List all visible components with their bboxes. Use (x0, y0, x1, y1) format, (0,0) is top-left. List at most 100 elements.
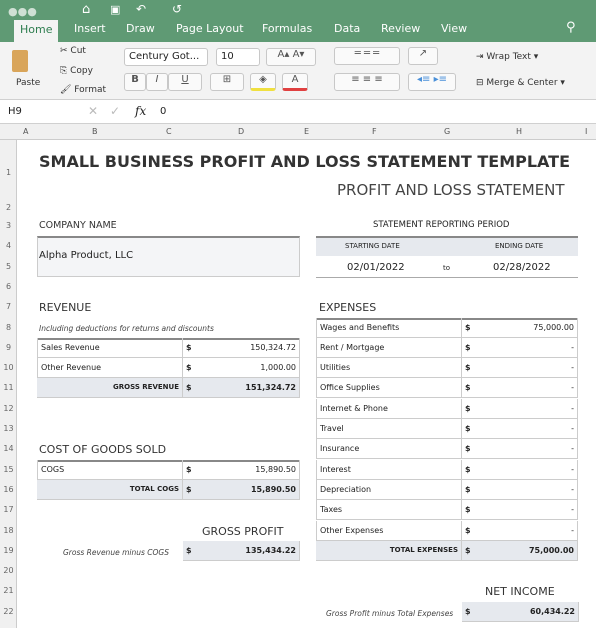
row-header-10[interactable]: 10 (0, 363, 17, 372)
row-header-5[interactable]: 5 (0, 262, 17, 271)
expense-value[interactable]: - (492, 520, 578, 541)
copy-button[interactable]: ⎘ Copy (60, 66, 93, 76)
column-header-c[interactable]: C (166, 127, 172, 136)
expense-label: Depreciation (316, 479, 462, 500)
pin-icon[interactable]: ⚲ (566, 20, 576, 35)
paste-button[interactable]: Paste (16, 78, 40, 88)
column-header-b[interactable]: B (92, 127, 98, 136)
window-controls[interactable]: ●●● (8, 5, 37, 18)
ending-date-value[interactable]: 02/28/2022 (493, 262, 551, 273)
expense-total-label: TOTAL EXPENSES (316, 540, 462, 561)
row-header-6[interactable]: 6 (0, 282, 17, 291)
expense-value[interactable]: - (492, 419, 578, 439)
tab-page-layout[interactable]: Page Layout (176, 22, 244, 35)
merge-center-button[interactable]: ⊟ Merge & Center ▾ (476, 78, 565, 88)
cancel-icon[interactable]: ✕ (88, 104, 98, 118)
worksheet[interactable]: SMALL BUSINESS PROFIT AND LOSS STATEMENT… (17, 140, 596, 628)
expense-value[interactable]: - (492, 500, 578, 521)
formula-input[interactable]: 0 (160, 106, 166, 117)
expense-value[interactable]: - (492, 439, 578, 460)
column-header-a[interactable]: A (23, 127, 28, 136)
row-header-13[interactable]: 13 (0, 424, 17, 433)
save-icon[interactable]: ▣ (110, 3, 120, 16)
row-header-7[interactable]: 7 (0, 302, 17, 311)
row-header-2[interactable]: 2 (0, 203, 17, 212)
underline-button[interactable]: U (168, 73, 202, 91)
bold-button[interactable]: B (124, 73, 146, 91)
horizontal-align-buttons[interactable]: ≡ ≡ ≡ (334, 73, 400, 91)
expense-value[interactable]: - (492, 358, 578, 379)
redo-icon[interactable]: ↺ (172, 2, 182, 16)
undo-icon[interactable]: ↶ (136, 2, 146, 16)
cogs-title: COST OF GOODS SOLD (39, 443, 167, 457)
column-header-h[interactable]: H (516, 127, 522, 136)
paste-icon[interactable] (12, 50, 28, 72)
borders-button[interactable]: ⊞ (210, 73, 244, 91)
expense-currency: $ (462, 358, 492, 379)
cut-button[interactable]: ✂ Cut (60, 46, 86, 56)
font-size-grow-shrink[interactable]: A▴ A▾ (266, 48, 316, 66)
italic-button[interactable]: I (146, 73, 168, 91)
revenue-value[interactable]: 1,000.00 (213, 358, 300, 379)
tab-home[interactable]: Home (14, 20, 59, 42)
expense-total-value[interactable]: 75,000.00 (492, 540, 578, 561)
row-header-16[interactable]: 16 (0, 485, 17, 494)
fill-color-button[interactable]: ◈ (250, 73, 276, 91)
expense-value[interactable]: - (492, 378, 578, 399)
tab-review[interactable]: Review (381, 22, 420, 35)
ribbon: Paste ✂ Cut ⎘ Copy 🖌 Format Century Got.… (0, 42, 596, 100)
font-color-button[interactable]: A (282, 73, 308, 91)
gross-profit-value[interactable]: 135,434.22 (213, 540, 300, 561)
revenue-value[interactable]: 150,324.72 (213, 337, 300, 358)
column-header-i[interactable]: I (585, 127, 587, 136)
row-header-12[interactable]: 12 (0, 404, 17, 413)
starting-date-value[interactable]: 02/01/2022 (347, 262, 405, 273)
row-header-19[interactable]: 19 (0, 546, 17, 555)
tab-insert[interactable]: Insert (74, 22, 106, 35)
row-header-1[interactable]: 1 (0, 168, 17, 177)
row-header-4[interactable]: 4 (0, 241, 17, 250)
expense-value[interactable]: 75,000.00 (492, 317, 578, 338)
expense-value[interactable]: - (492, 398, 578, 419)
row-header-22[interactable]: 22 (0, 607, 17, 616)
wrap-text-button[interactable]: ⇥ Wrap Text ▾ (476, 52, 538, 62)
row-header-17[interactable]: 17 (0, 505, 17, 514)
function-icon[interactable]: fx (135, 104, 146, 118)
tab-formulas[interactable]: Formulas (262, 22, 312, 35)
expense-label: Taxes (316, 500, 462, 521)
format-painter-button[interactable]: 🖌 Format (60, 85, 106, 95)
expense-value[interactable]: - (492, 337, 578, 358)
row-header-11[interactable]: 11 (0, 383, 17, 392)
expense-value[interactable]: - (492, 459, 578, 480)
tab-data[interactable]: Data (334, 22, 360, 35)
row-header-9[interactable]: 9 (0, 343, 17, 352)
home-icon[interactable]: ⌂ (82, 2, 90, 17)
column-header-d[interactable]: D (238, 127, 244, 136)
cogs-total-value[interactable]: 15,890.50 (213, 479, 300, 500)
expense-label: Office Supplies (316, 378, 462, 399)
expense-label: Interest (316, 459, 462, 480)
net-income-value[interactable]: 60,434.22 (492, 601, 579, 622)
confirm-icon[interactable]: ✓ (110, 104, 120, 118)
cogs-value[interactable]: 15,890.50 (213, 459, 300, 480)
row-header-21[interactable]: 21 (0, 586, 17, 595)
column-header-f[interactable]: F (372, 127, 377, 136)
column-header-e[interactable]: E (304, 127, 309, 136)
column-header-g[interactable]: G (444, 127, 450, 136)
row-header-18[interactable]: 18 (0, 526, 17, 535)
vertical-align-buttons[interactable]: ═ ═ ═ (334, 47, 400, 65)
revenue-total-value[interactable]: 151,324.72 (213, 378, 300, 399)
name-box[interactable]: H9 (8, 106, 22, 117)
row-header-20[interactable]: 20 (0, 566, 17, 575)
row-header-8[interactable]: 8 (0, 323, 17, 332)
row-header-15[interactable]: 15 (0, 465, 17, 474)
orientation-button[interactable]: ↗ (408, 47, 438, 65)
row-header-3[interactable]: 3 (0, 221, 17, 230)
tab-view[interactable]: View (441, 22, 467, 35)
font-name-select[interactable]: Century Got... (124, 48, 208, 66)
font-size-select[interactable]: 10 (216, 48, 260, 66)
row-header-14[interactable]: 14 (0, 444, 17, 453)
indent-buttons[interactable]: ◂≡ ▸≡ (408, 73, 456, 91)
tab-draw[interactable]: Draw (126, 22, 155, 35)
expense-value[interactable]: - (492, 479, 578, 500)
